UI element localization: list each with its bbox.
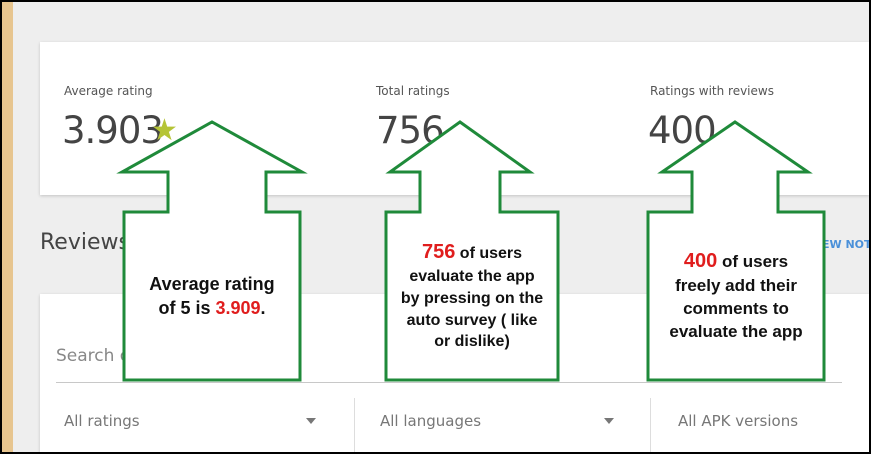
callout-reviews-line2: freely add their	[675, 276, 797, 296]
callout-average-text: Average rating of 5 is 3.909.	[126, 214, 298, 378]
callout-reviews-text: 400 of users freely add their comments t…	[650, 214, 822, 378]
callout-reviews-line4: evaluate the app	[669, 321, 803, 341]
callout-total-line2: evaluate the app	[409, 268, 535, 286]
callout-total-line5: or dislike)	[434, 333, 510, 351]
callout-total-text: 756 of users evaluate the app by pressin…	[388, 214, 556, 378]
callout-total-line1: 756 of users	[421, 241, 523, 264]
callout-average-line1: Average rating	[149, 273, 275, 294]
callout-average-line2: of 5 is 3.909.	[158, 298, 266, 318]
callout-reviews-line1: 400 of users	[683, 250, 789, 273]
callout-total-line4: auto survey ( like	[406, 311, 538, 329]
callout-reviews-line3: comments to	[683, 299, 789, 319]
callout-total-line3: by pressing on the	[400, 289, 544, 307]
